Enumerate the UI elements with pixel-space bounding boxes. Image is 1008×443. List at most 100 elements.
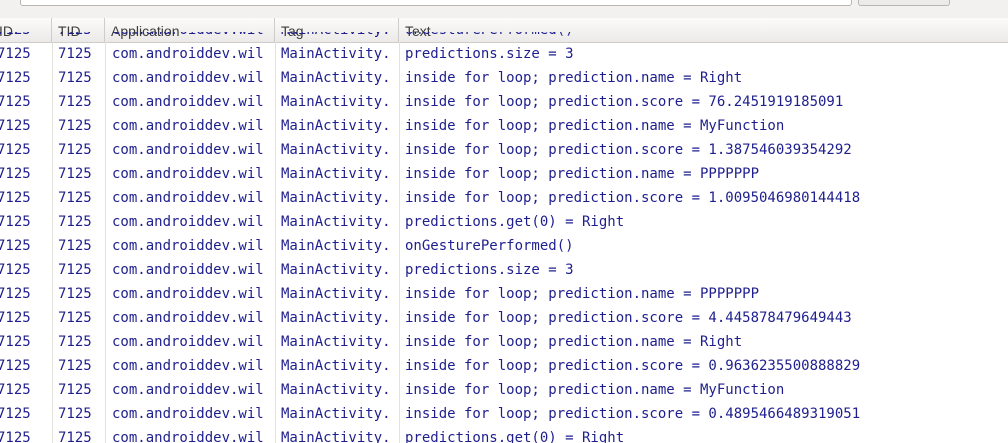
- log-row[interactable]: 7125 7125 com.androiddev.wil MainActivity. o…: [0, 234, 1008, 258]
- log-cell-tid: 7125: [58, 238, 92, 254]
- log-row[interactable]: 7125 7125 com.androiddev.wil MainActivity. p…: [0, 258, 1008, 282]
- log-cell-tag: MainActivity.: [281, 286, 391, 302]
- log-cell-pid: 7125: [0, 310, 31, 326]
- log-row[interactable]: 7125 7125 com.androiddev.wil MainActivity. i…: [0, 330, 1008, 354]
- log-cell-application: com.androiddev.wil: [112, 70, 264, 86]
- log-cell-text: predictions.get(0) = Right: [405, 214, 625, 230]
- log-cell-text: inside for loop; prediction.name = Right: [405, 70, 743, 86]
- log-cell-pid: 7125: [0, 118, 31, 134]
- log-cell-text: inside for loop; prediction.name = Right: [405, 334, 743, 350]
- log-cell-tag: MainActivity.: [281, 358, 391, 374]
- log-cell-application: com.androiddev.wil: [112, 286, 264, 302]
- log-cell-application: com.androiddev.wil: [112, 46, 264, 62]
- log-cell-application: com.androiddev.wil: [112, 32, 274, 42]
- log-row[interactable]: 7125 7125 com.androiddev.wil MainActivity. i…: [0, 186, 1008, 210]
- log-row[interactable]: 7125 7125 com.androiddev.wil MainActivity. i…: [0, 378, 1008, 402]
- log-cell-tag: MainActivity.: [281, 214, 391, 230]
- log-cell-text: inside for loop; prediction.name = MyFun…: [405, 118, 785, 134]
- log-row[interactable]: 7125 7125 com.androiddev.wil MainActivity. i…: [0, 90, 1008, 114]
- filter-bar: [0, 0, 1008, 18]
- log-cell-application: com.androiddev.wil: [112, 238, 264, 254]
- log-row[interactable]: 7125 7125 com.androiddev.wil MainActivity. i…: [0, 354, 1008, 378]
- log-row[interactable]: 7125 7125 com.androiddev.wil MainActivity. i…: [0, 306, 1008, 330]
- log-cell-pid: 7125: [0, 358, 31, 374]
- log-cell-pid: 7125: [0, 166, 31, 182]
- log-cell-tid: 7125: [58, 358, 92, 374]
- log-cell-text: onGesturePerformed(): [405, 32, 1005, 42]
- log-cell-tid: 7125: [58, 46, 92, 62]
- log-cell-tid: 7125: [58, 310, 92, 326]
- log-cell-tag: MainActivity.: [281, 406, 391, 422]
- filter-button[interactable]: [858, 0, 950, 6]
- log-cell-tid: 7125: [58, 262, 92, 278]
- log-cell-tid: 7125: [58, 142, 92, 158]
- log-cell-tag: MainActivity.: [281, 238, 391, 254]
- log-cell-pid: 7125: [0, 334, 31, 350]
- log-cell-text: inside for loop; prediction.name = PPPPP…: [405, 166, 760, 182]
- log-cell-tid: 7125: [58, 214, 92, 230]
- log-cell-tid: 7125: [58, 32, 104, 42]
- log-cell-application: com.androiddev.wil: [112, 262, 264, 278]
- log-cell-tid: 7125: [58, 334, 92, 350]
- log-cell-tag: MainActivity.: [281, 190, 391, 206]
- log-cell-tid: 7125: [58, 94, 92, 110]
- log-cell-tag: MainActivity.: [281, 32, 397, 42]
- log-row[interactable]: 7125 7125 com.androiddev.wil MainActivity. i…: [0, 402, 1008, 426]
- log-cell-tag: MainActivity.: [281, 142, 391, 158]
- log-cell-tid: 7125: [58, 118, 92, 134]
- log-cell-text: onGesturePerformed(): [405, 238, 574, 254]
- log-cell-tag: MainActivity.: [281, 118, 391, 134]
- log-cell-tag: MainActivity.: [281, 94, 391, 110]
- log-cell-tid: 7125: [58, 286, 92, 302]
- log-cell-application: com.androiddev.wil: [112, 358, 264, 374]
- log-cell-application: com.androiddev.wil: [112, 190, 264, 206]
- log-cell-text: inside for loop; prediction.score = 4.44…: [405, 310, 852, 326]
- log-cell-pid: 7125: [0, 238, 31, 254]
- log-row[interactable]: 7125 7125 com.androiddev.wil MainActivity. i…: [0, 162, 1008, 186]
- log-cell-pid: 7125: [0, 32, 48, 42]
- log-cell-tid: 7125: [58, 382, 92, 398]
- log-cell-text: inside for loop; prediction.score = 1.38…: [405, 142, 852, 158]
- log-cell-pid: 7125: [0, 214, 31, 230]
- log-cell-pid: 7125: [0, 406, 31, 422]
- log-row[interactable]: 7125 7125 com.androiddev.wil MainActivity. i…: [0, 138, 1008, 162]
- search-filter-input[interactable]: [20, 0, 852, 6]
- log-row[interactable]: 7125 7125 com.androiddev.wil MainActivity. p…: [0, 426, 1008, 443]
- log-cell-application: com.androiddev.wil: [112, 382, 264, 398]
- log-cell-tid: 7125: [58, 166, 92, 182]
- log-cell-pid: 7125: [0, 142, 31, 158]
- log-cell-application: com.androiddev.wil: [112, 334, 264, 350]
- log-row[interactable]: 7125 7125 com.androiddev.wil MainActivity. p…: [0, 210, 1008, 234]
- log-cell-application: com.androiddev.wil: [112, 406, 264, 422]
- log-cell-text: predictions.size = 3: [405, 46, 574, 62]
- log-cell-application: com.androiddev.wil: [112, 214, 264, 230]
- log-cell-tag: MainActivity.: [281, 166, 391, 182]
- log-cell-pid: 7125: [0, 190, 31, 206]
- log-row[interactable]: 7125 7125 com.androiddev.wil MainActivity. i…: [0, 114, 1008, 138]
- log-cell-text: inside for loop; prediction.name = PPPPP…: [405, 286, 760, 302]
- log-cell-tag: MainActivity.: [281, 382, 391, 398]
- log-row[interactable]: 7125 7125 com.androiddev.wil MainActivity. p…: [0, 42, 1008, 66]
- log-cell-text: predictions.size = 3: [405, 262, 574, 278]
- log-cell-pid: 7125: [0, 70, 31, 86]
- log-row[interactable]: 7125 7125 com.androiddev.wil MainActivity. o…: [0, 32, 1008, 42]
- log-cell-tag: MainActivity.: [281, 70, 391, 86]
- log-cell-pid: 7125: [0, 430, 31, 443]
- log-cell-application: com.androiddev.wil: [112, 166, 264, 182]
- log-cell-application: com.androiddev.wil: [112, 142, 264, 158]
- log-cell-text: inside for loop; prediction.score = 1.00…: [405, 190, 861, 206]
- log-cell-text: inside for loop; prediction.score = 0.48…: [405, 406, 861, 422]
- log-cell-text: inside for loop; prediction.name = MyFun…: [405, 382, 785, 398]
- log-cell-application: com.androiddev.wil: [112, 118, 264, 134]
- log-cell-tag: MainActivity.: [281, 262, 391, 278]
- log-row[interactable]: 7125 7125 com.androiddev.wil MainActivity. i…: [0, 282, 1008, 306]
- log-cell-tag: MainActivity.: [281, 310, 391, 326]
- log-cell-text: inside for loop; prediction.score = 0.96…: [405, 358, 861, 374]
- log-cell-pid: 7125: [0, 94, 31, 110]
- log-cell-tid: 7125: [58, 190, 92, 206]
- log-table-body: 7125 7125 com.androiddev.wil MainActivity. o…: [0, 32, 1008, 443]
- log-cell-text: inside for loop; prediction.score = 76.2…: [405, 94, 844, 110]
- log-cell-application: com.androiddev.wil: [112, 94, 264, 110]
- log-cell-application: com.androiddev.wil: [112, 430, 264, 443]
- log-row[interactable]: 7125 7125 com.androiddev.wil MainActivity. i…: [0, 66, 1008, 90]
